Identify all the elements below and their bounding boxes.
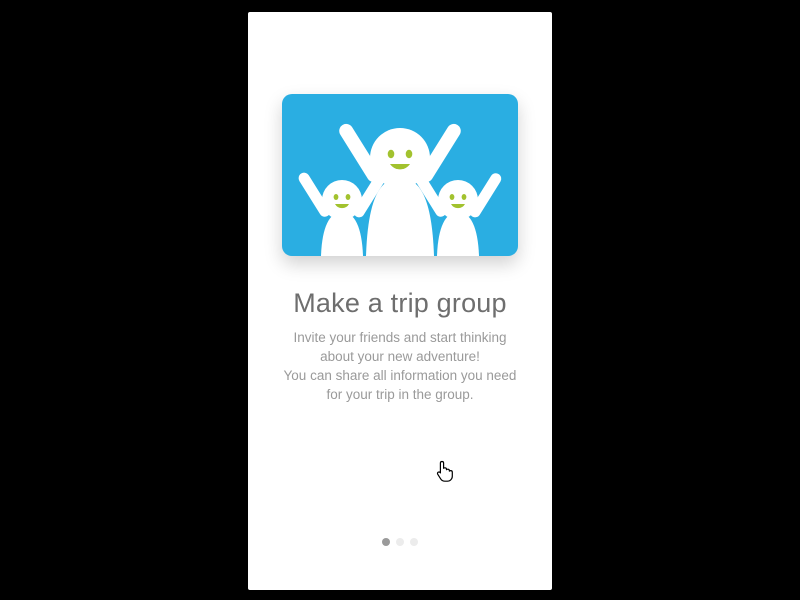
page-dot-1[interactable] bbox=[382, 538, 390, 546]
onboarding-card[interactable]: Make a trip group Invite your friends an… bbox=[248, 12, 552, 590]
page-dot-3[interactable] bbox=[410, 538, 418, 546]
onboarding-title: Make a trip group bbox=[248, 288, 552, 319]
body-line: about your new adventure! bbox=[320, 349, 480, 364]
stage: Make a trip group Invite your friends an… bbox=[0, 0, 800, 600]
body-line: for your trip in the group. bbox=[326, 387, 473, 402]
body-line: You can share all information you need bbox=[284, 368, 517, 383]
pagination-dots bbox=[248, 538, 552, 546]
onboarding-description: Invite your friends and start thinking a… bbox=[276, 328, 524, 404]
body-line: Invite your friends and start thinking bbox=[293, 330, 506, 345]
group-cheering-icon bbox=[282, 94, 518, 256]
illustration-card bbox=[282, 94, 518, 256]
page-dot-2[interactable] bbox=[396, 538, 404, 546]
